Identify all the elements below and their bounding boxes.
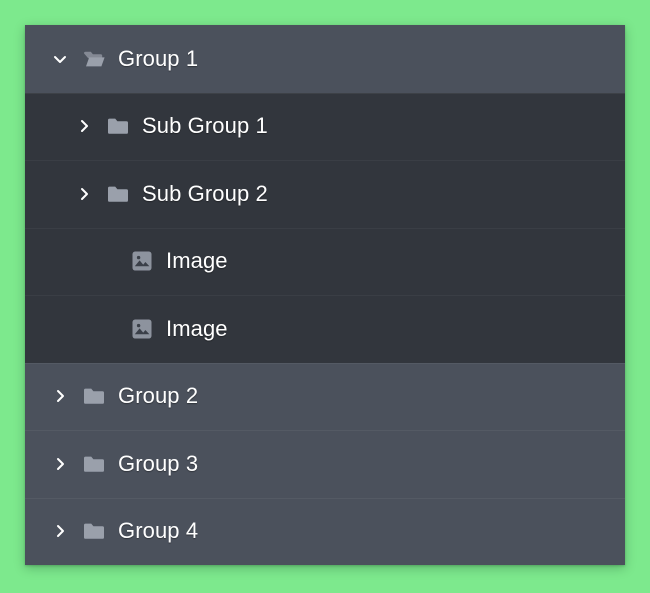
tree-row-label: Group 1	[118, 46, 198, 72]
tree-row-label: Group 2	[118, 383, 198, 409]
folder-icon	[103, 113, 133, 139]
tree-row-group-4[interactable]: Group 4	[25, 498, 625, 566]
tree-row-label: Sub Group 1	[142, 113, 268, 139]
chevron-down-icon[interactable]	[47, 46, 73, 72]
tree-row-group-1[interactable]: Group 1	[25, 25, 625, 93]
tree-row-group-2[interactable]: Group 2	[25, 363, 625, 431]
tree-row-group-3[interactable]: Group 3	[25, 430, 625, 498]
tree-row-label: Group 4	[118, 518, 198, 544]
folder-open-icon	[79, 46, 109, 72]
chevron-right-icon[interactable]	[71, 181, 97, 207]
chevron-right-icon[interactable]	[47, 383, 73, 409]
tree-row-image-2[interactable]: Image	[25, 295, 625, 363]
tree-row-label: Sub Group 2	[142, 181, 268, 207]
image-icon	[127, 248, 157, 274]
toggle-spacer	[95, 316, 121, 342]
tree-row-image-1[interactable]: Image	[25, 228, 625, 296]
tree-row-label: Image	[166, 248, 228, 274]
tree-row-sub-group-1[interactable]: Sub Group 1	[25, 93, 625, 161]
folder-icon	[79, 451, 109, 477]
chevron-right-icon[interactable]	[47, 518, 73, 544]
chevron-right-icon[interactable]	[47, 451, 73, 477]
tree-row-sub-group-2[interactable]: Sub Group 2	[25, 160, 625, 228]
toggle-spacer	[95, 248, 121, 274]
image-icon	[127, 316, 157, 342]
folder-icon	[103, 181, 133, 207]
tree-row-label: Group 3	[118, 451, 198, 477]
tree-row-label: Image	[166, 316, 228, 342]
chevron-right-icon[interactable]	[71, 113, 97, 139]
folder-icon	[79, 518, 109, 544]
stage: Group 1 Sub Group 1 Sub Group 2 Image Image G…	[0, 0, 650, 593]
folder-icon	[79, 383, 109, 409]
group-tree-panel: Group 1 Sub Group 1 Sub Group 2 Image Image G…	[25, 25, 625, 565]
